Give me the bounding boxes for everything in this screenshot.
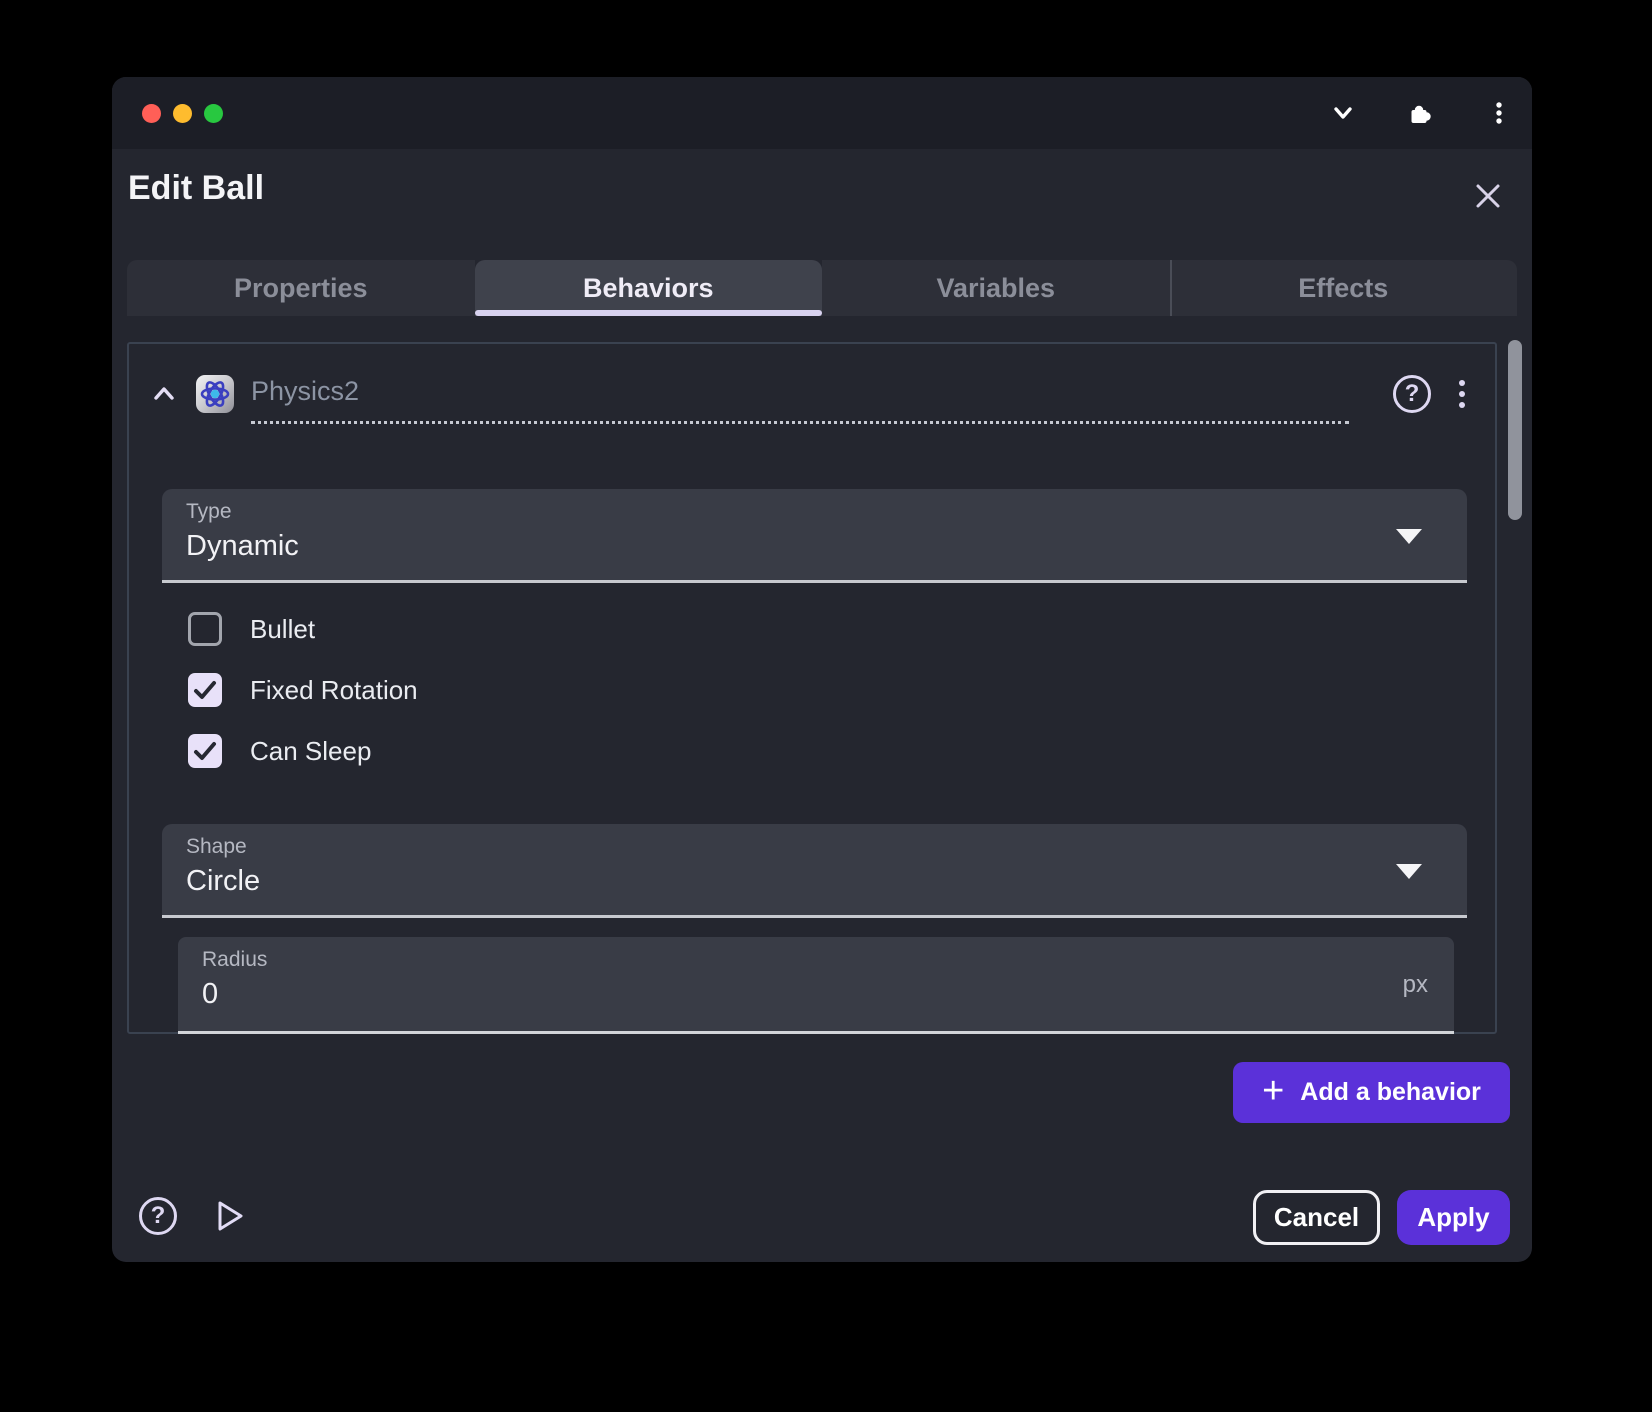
add-behavior-label: Add a behavior <box>1300 1078 1481 1107</box>
radius-field[interactable]: Radius 0 px <box>178 937 1454 1034</box>
edit-ball-window: Edit Ball Properties Behaviors Variables… <box>112 77 1532 1262</box>
titlebar <box>112 77 1532 149</box>
tab-effects[interactable]: Effects <box>1170 260 1518 316</box>
vertical-scrollbar[interactable] <box>1508 340 1522 520</box>
radius-value: 0 <box>202 978 1430 1011</box>
behavior-name: Physics2 <box>251 376 359 406</box>
dialog-help-icon[interactable]: ? <box>139 1197 177 1235</box>
chevron-down-icon[interactable] <box>1330 100 1356 126</box>
traffic-lights <box>142 104 223 123</box>
apply-button[interactable]: Apply <box>1397 1190 1510 1245</box>
behavior-kebab-menu-icon[interactable] <box>1457 378 1467 410</box>
radius-unit: px <box>1403 971 1428 999</box>
shape-select[interactable]: Shape Circle <box>162 824 1467 918</box>
tab-behaviors[interactable]: Behaviors <box>475 260 823 316</box>
type-value: Dynamic <box>186 530 1443 563</box>
can-sleep-label: Can Sleep <box>250 736 371 767</box>
behavior-help-icon[interactable]: ? <box>1393 375 1431 413</box>
fixed-rotation-checkbox-row[interactable]: Fixed Rotation <box>188 673 418 707</box>
fixed-rotation-label: Fixed Rotation <box>250 675 418 706</box>
behavior-name-field[interactable]: Physics2 <box>251 364 1349 424</box>
tab-variables[interactable]: Variables <box>822 260 1170 316</box>
minimize-traffic-light[interactable] <box>173 104 192 123</box>
can-sleep-checkbox[interactable] <box>188 734 222 768</box>
dialog-title: Edit Ball <box>128 169 264 208</box>
bullet-checkbox[interactable] <box>188 612 222 646</box>
dropdown-triangle-icon <box>1396 864 1422 879</box>
physics-atom-icon <box>195 374 235 414</box>
zoom-traffic-light[interactable] <box>204 104 223 123</box>
dropdown-triangle-icon <box>1396 529 1422 544</box>
type-label: Type <box>186 500 1443 524</box>
shape-value: Circle <box>186 865 1443 898</box>
play-preview-icon[interactable] <box>210 1197 248 1235</box>
behaviors-panel: Physics2 ? Type Dynamic <box>127 342 1497 1034</box>
tab-properties[interactable]: Properties <box>127 260 475 316</box>
radius-label: Radius <box>202 948 1430 972</box>
can-sleep-checkbox-row[interactable]: Can Sleep <box>188 734 371 768</box>
desktop-background: Edit Ball Properties Behaviors Variables… <box>0 0 1652 1412</box>
close-icon[interactable] <box>1474 182 1502 210</box>
close-traffic-light[interactable] <box>142 104 161 123</box>
bullet-checkbox-row[interactable]: Bullet <box>188 612 315 646</box>
type-select[interactable]: Type Dynamic <box>162 489 1467 583</box>
puzzle-extension-icon[interactable] <box>1408 100 1434 126</box>
collapse-chevron-up-icon[interactable] <box>151 381 177 407</box>
titlebar-actions <box>1330 77 1512 149</box>
checkmark-icon <box>192 677 218 703</box>
kebab-menu-icon[interactable] <box>1486 100 1512 126</box>
add-behavior-button[interactable]: + Add a behavior <box>1233 1062 1510 1123</box>
tab-bar: Properties Behaviors Variables Effects <box>127 260 1517 316</box>
behavior-header: Physics2 ? <box>151 360 1467 428</box>
fixed-rotation-checkbox[interactable] <box>188 673 222 707</box>
checkmark-icon <box>192 738 218 764</box>
bullet-label: Bullet <box>250 614 315 645</box>
shape-label: Shape <box>186 835 1443 859</box>
cancel-button[interactable]: Cancel <box>1253 1190 1380 1245</box>
